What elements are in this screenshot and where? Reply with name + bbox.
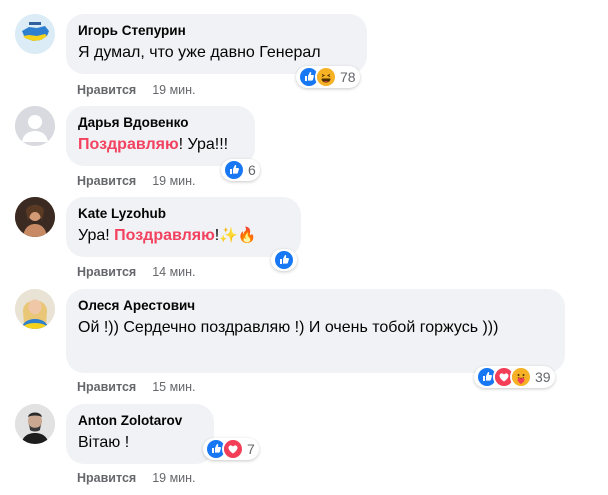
comment-text: Поздравляю! Ура!!! (78, 134, 243, 155)
care-icon (510, 366, 532, 388)
comment-author[interactable]: Игорь Степурин (78, 22, 355, 39)
avatar[interactable] (15, 106, 55, 146)
default-avatar-icon (15, 106, 55, 146)
comment-bubble: Дарья Вдовенко Поздравляю! Ура!!! (66, 106, 255, 166)
comment-actions: Нравится 15 мин. (77, 380, 196, 394)
comment-timestamp[interactable]: 15 мин. (152, 380, 195, 394)
comment-text: Ура! Поздравляю!✨🔥 (78, 225, 289, 246)
flag-map-avatar-icon (15, 14, 55, 54)
reaction-count: 39 (535, 369, 551, 385)
reaction-count: 7 (247, 441, 255, 457)
comment-text-rest: ! Ура!!! (178, 136, 229, 153)
avatar[interactable] (15, 289, 55, 329)
reaction-summary[interactable]: 39 (474, 366, 555, 388)
comment-timestamp[interactable]: 19 мин. (152, 471, 195, 485)
reaction-count: 78 (340, 69, 356, 85)
emoji: ✨🔥 (219, 227, 257, 244)
avatar[interactable] (15, 14, 55, 54)
photo-avatar-icon (15, 289, 55, 329)
avatar[interactable] (15, 404, 55, 444)
comment-author[interactable]: Anton Zolotarov (78, 412, 202, 429)
highlighted-word: Поздравляю (114, 227, 215, 244)
comment-bubble: Олеся Арестович Ой !)) Сердечно поздравл… (66, 289, 565, 373)
comment-timestamp[interactable]: 14 мин. (152, 265, 195, 279)
comment-author[interactable]: Дарья Вдовенко (78, 114, 243, 131)
like-icon (223, 159, 245, 181)
reaction-count: 6 (248, 162, 256, 178)
comment-actions: Нравится 14 мин. (77, 265, 196, 279)
like-button[interactable]: Нравится (77, 83, 136, 97)
love-icon (222, 438, 244, 460)
comment-bubble: Kate Lyzohub Ура! Поздравляю!✨🔥 (66, 197, 301, 257)
photo-avatar-icon (15, 197, 55, 237)
reaction-summary[interactable]: 6 (221, 159, 260, 181)
photo-avatar-icon (15, 404, 55, 444)
like-button[interactable]: Нравится (77, 265, 136, 279)
haha-icon (315, 66, 337, 88)
like-button[interactable]: Нравится (77, 471, 136, 485)
comment-author[interactable]: Олеся Арестович (78, 297, 553, 314)
comment-timestamp[interactable]: 19 мин. (152, 174, 195, 188)
comment-text: Ой !)) Сердечно поздравляю !) И очень то… (78, 319, 499, 336)
comment-actions: Нравится 19 мин. (77, 471, 196, 485)
comment-text-pre: Ура! (78, 227, 115, 244)
reaction-summary[interactable]: 7 (203, 438, 259, 460)
comment-actions: Нравится 19 мин. (77, 83, 196, 97)
comment-text: Вітаю ! (78, 434, 130, 451)
comment-author[interactable]: Kate Lyzohub (78, 205, 289, 222)
like-button[interactable]: Нравится (77, 174, 136, 188)
comment-bubble: Игорь Степурин Я думал, что уже давно Ге… (66, 14, 367, 74)
comment-actions: Нравится 19 мин. (77, 174, 196, 188)
like-button[interactable]: Нравится (77, 380, 136, 394)
comment-timestamp[interactable]: 19 мин. (152, 83, 195, 97)
avatar[interactable] (15, 197, 55, 237)
comment-bubble: Anton Zolotarov Вітаю ! (66, 404, 214, 464)
comment-text: Я думал, что уже давно Генерал (78, 44, 321, 61)
highlighted-word: Поздравляю (78, 136, 179, 153)
reaction-summary[interactable]: 78 (296, 66, 360, 88)
like-icon (273, 249, 295, 271)
reaction-summary[interactable] (271, 249, 297, 271)
